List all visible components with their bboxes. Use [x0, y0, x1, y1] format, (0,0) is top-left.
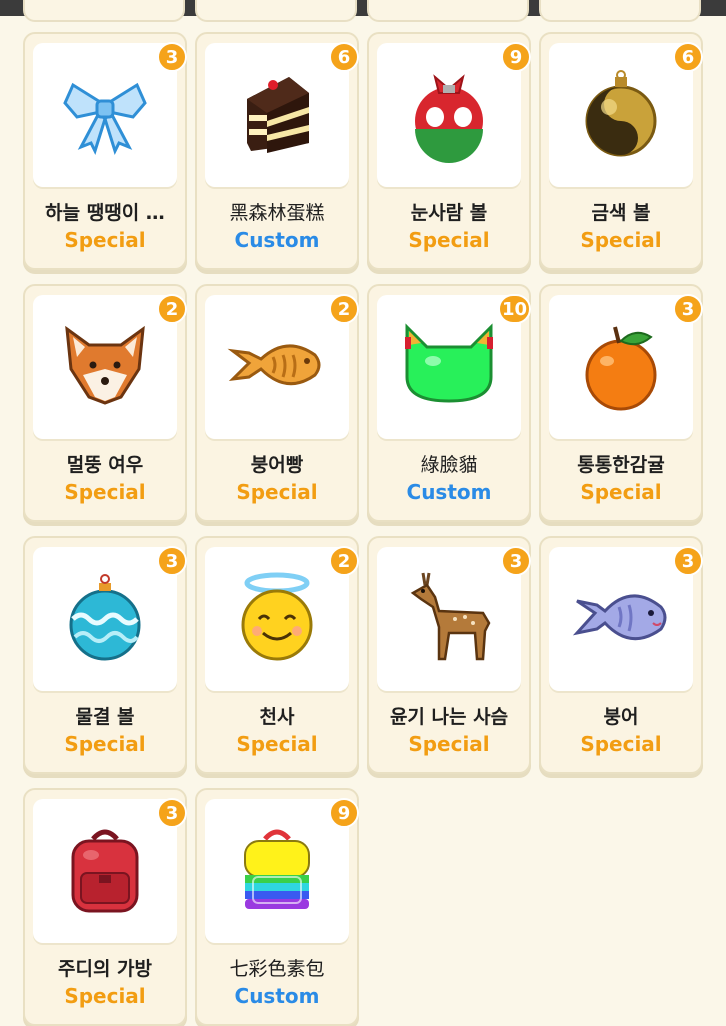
count-badge: 3 [501, 546, 531, 576]
red-backpack-icon [55, 819, 155, 923]
item-thumbnail [549, 43, 693, 187]
item-type-label: Custom [234, 228, 320, 252]
count-badge: 3 [157, 546, 187, 576]
item-card[interactable]: 3 주디의 가방 Special [23, 788, 187, 1026]
item-name: 통통한감귤 [577, 454, 665, 476]
item-thumbnail [33, 295, 177, 439]
item-thumbnail [205, 43, 349, 187]
count-badge: 2 [329, 546, 359, 576]
item-thumbnail [205, 799, 349, 943]
wave-ornament-ball-icon [55, 567, 155, 671]
item-card[interactable]: 3 윤기 나는 사슴 Special [367, 536, 531, 774]
angel-smiley-icon [227, 567, 327, 671]
item-name: 七彩色素包 [229, 958, 325, 980]
item-type-label: Special [408, 732, 490, 756]
count-badge: 3 [157, 42, 187, 72]
item-type-label: Custom [234, 984, 320, 1008]
count-badge: 6 [673, 42, 703, 72]
fox-face-icon [55, 315, 155, 419]
item-type-label: Special [236, 480, 318, 504]
snowman-ornament-ball-icon [399, 63, 499, 167]
count-badge: 3 [157, 798, 187, 828]
item-name: 하늘 땡땡이 … [45, 202, 165, 224]
item-name: 붕어 [603, 706, 639, 728]
item-card[interactable]: 2 천사 Special [195, 536, 359, 774]
item-type-label: Special [580, 228, 662, 252]
gold-ornament-ball-icon [571, 63, 671, 167]
item-type-label: Special [580, 732, 662, 756]
item-name: 물결 볼 [75, 706, 135, 728]
item-name: 금색 볼 [591, 202, 651, 224]
count-badge: 2 [329, 294, 359, 324]
item-card[interactable]: 2 붕어빵 Special [195, 284, 359, 522]
count-badge: 3 [673, 546, 703, 576]
item-thumbnail [33, 799, 177, 943]
item-name: 멀뚱 여우 [66, 454, 144, 476]
item-card[interactable]: 6 금색 볼 Special [539, 32, 703, 270]
item-card[interactable]: 10 綠臉貓 Custom [367, 284, 531, 522]
item-thumbnail [33, 43, 177, 187]
previous-row-card-edge [195, 0, 357, 22]
item-type-label: Special [64, 732, 146, 756]
item-card[interactable]: 3 붕어 Special [539, 536, 703, 774]
blue-ribbon-bow-icon [55, 63, 155, 167]
count-badge: 3 [673, 294, 703, 324]
fish-bread-icon [227, 315, 327, 419]
green-cat-face-icon [399, 315, 499, 419]
item-thumbnail [549, 295, 693, 439]
previous-row-card-edge [539, 0, 701, 22]
item-name: 윤기 나는 사슴 [389, 706, 509, 728]
item-name: 눈사람 볼 [410, 202, 488, 224]
item-name: 綠臉貓 [420, 454, 478, 476]
item-thumbnail [377, 43, 521, 187]
item-type-label: Special [236, 732, 318, 756]
item-type-label: Special [64, 984, 146, 1008]
item-type-label: Special [580, 480, 662, 504]
item-card[interactable]: 2 멀뚱 여우 Special [23, 284, 187, 522]
item-thumbnail [205, 295, 349, 439]
item-thumbnail [549, 547, 693, 691]
count-badge: 2 [157, 294, 187, 324]
item-type-label: Special [64, 228, 146, 252]
item-card[interactable]: 3 물결 볼 Special [23, 536, 187, 774]
deer-icon [399, 567, 499, 671]
count-badge: 6 [329, 42, 359, 72]
item-type-label: Custom [406, 480, 492, 504]
rainbow-backpack-icon [227, 819, 327, 923]
previous-row-card-edge [23, 0, 185, 22]
item-thumbnail [377, 547, 521, 691]
item-card[interactable]: 9 눈사람 볼 Special [367, 32, 531, 270]
item-name: 주디의 가방 [57, 958, 152, 980]
item-type-label: Special [64, 480, 146, 504]
item-card[interactable]: 3 통통한감귤 Special [539, 284, 703, 522]
item-card[interactable]: 6 黑森林蛋糕 Custom [195, 32, 359, 270]
previous-row-card-edge [367, 0, 529, 22]
item-type-label: Special [408, 228, 490, 252]
item-name: 붕어빵 [250, 454, 304, 476]
item-card[interactable]: 9 七彩色素包 Custom [195, 788, 359, 1026]
item-grid: 3 하늘 땡땡이 … Special 6 黑森林蛋糕 Custom 9 눈사람 … [23, 32, 703, 1026]
count-badge: 9 [501, 42, 531, 72]
item-card[interactable]: 3 하늘 땡땡이 … Special [23, 32, 187, 270]
item-thumbnail [33, 547, 177, 691]
count-badge: 9 [329, 798, 359, 828]
item-name: 천사 [259, 706, 295, 728]
blue-fish-icon [571, 567, 671, 671]
item-thumbnail [205, 547, 349, 691]
count-badge: 10 [497, 294, 531, 324]
black-forest-cake-icon [227, 63, 327, 167]
tangerine-icon [571, 315, 671, 419]
item-name: 黑森林蛋糕 [229, 202, 325, 224]
